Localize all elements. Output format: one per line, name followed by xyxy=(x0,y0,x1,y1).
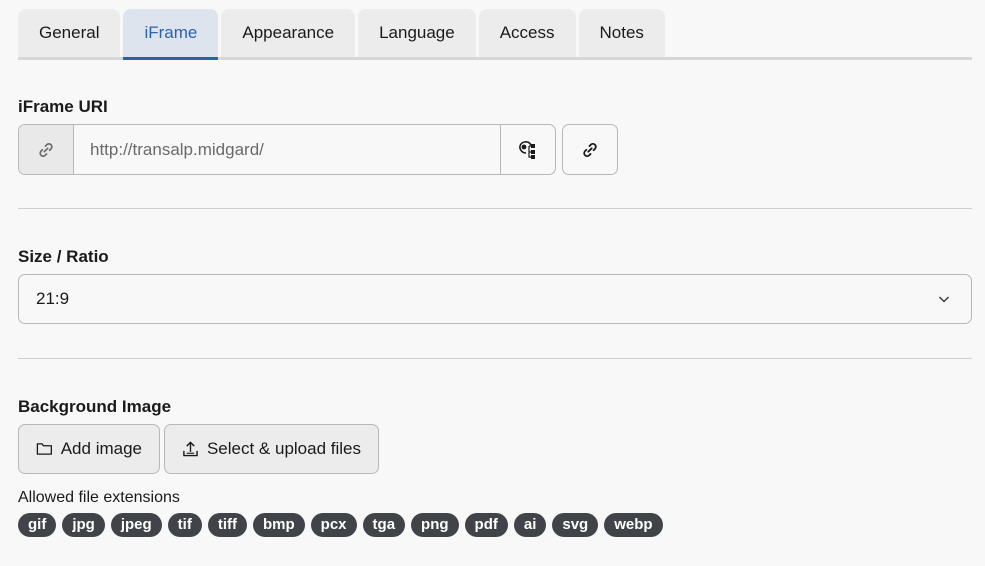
tab-appearance[interactable]: Appearance xyxy=(221,9,356,57)
extension-badge: ai xyxy=(513,513,547,537)
section-divider xyxy=(18,208,972,209)
extension-badge: png xyxy=(411,513,459,537)
extension-badge: bmp xyxy=(253,513,305,537)
iframe-uri-input[interactable] xyxy=(74,125,500,174)
select-upload-files-label: Select & upload files xyxy=(206,439,361,458)
size-ratio-label: Size / Ratio xyxy=(18,247,109,266)
tab-iframe[interactable]: iFrame xyxy=(123,9,219,60)
link-icon xyxy=(583,142,597,157)
tab-notes[interactable]: Notes xyxy=(578,9,665,57)
allowed-extensions-label: Allowed file extensions xyxy=(18,489,180,506)
add-image-button[interactable]: Add image xyxy=(18,424,160,474)
page-tree-icon xyxy=(519,140,535,159)
extension-badge: tif xyxy=(167,513,202,537)
background-image-label: Background Image xyxy=(18,397,172,416)
extension-badge: gif xyxy=(18,513,57,537)
size-ratio-value: 21:9 xyxy=(36,289,70,308)
tab-general[interactable]: General xyxy=(18,9,121,57)
extension-badge: tga xyxy=(362,513,406,537)
extension-badge: jpg xyxy=(62,513,105,537)
extension-badge: pcx xyxy=(310,513,357,537)
page-browser-button[interactable] xyxy=(500,125,555,174)
iframe-uri-field-group xyxy=(18,124,556,175)
extension-badge: jpeg xyxy=(110,513,162,537)
extension-badge: tiff xyxy=(207,513,247,537)
chevron-down-icon xyxy=(938,296,950,303)
section-divider xyxy=(18,358,972,359)
link-browser-button[interactable] xyxy=(562,124,618,175)
extension-badge: svg xyxy=(552,513,599,537)
extension-badge: pdf xyxy=(464,513,508,537)
iframe-uri-label: iFrame URI xyxy=(18,97,108,116)
tab-language[interactable]: Language xyxy=(358,9,476,57)
extension-badge: webp xyxy=(604,513,663,537)
folder-icon xyxy=(36,443,52,455)
tab-bar: General iFrame Appearance Language Acces… xyxy=(18,9,972,60)
link-icon xyxy=(19,125,74,174)
upload-icon xyxy=(183,441,198,457)
tab-access[interactable]: Access xyxy=(478,9,576,57)
extension-badge-list: gif jpg jpeg tif tiff bmp pcx tga png pd… xyxy=(18,513,663,537)
size-ratio-select[interactable]: 21:9 xyxy=(18,274,972,324)
select-upload-files-button[interactable]: Select & upload files xyxy=(164,424,379,474)
add-image-label: Add image xyxy=(60,439,142,458)
